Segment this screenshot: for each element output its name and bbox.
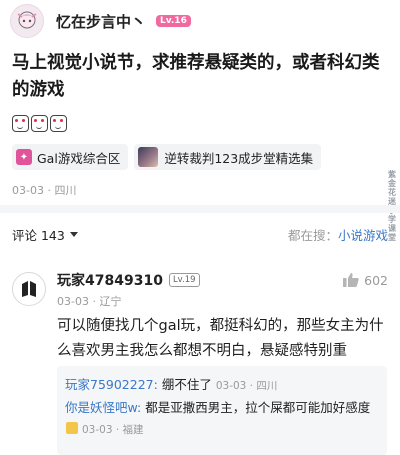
- reply-item: 玩家75902227: 绷不住了 03-03 · 四川: [65, 374, 379, 397]
- section-divider: [0, 205, 400, 213]
- comments-bar: 评论 143 都在搜：小说游戏: [12, 224, 388, 244]
- like-count: 602: [364, 272, 388, 288]
- thumbs-up-icon: [343, 273, 359, 287]
- commenter-row: 玩家47849310 Lv.19: [57, 270, 200, 290]
- author-name[interactable]: 忆在步言中丶: [56, 11, 146, 32]
- reply-username[interactable]: 玩家75902227:: [65, 377, 158, 392]
- like-button[interactable]: 602: [342, 272, 388, 288]
- comment-body: 可以随便找几个gal玩，都挺科幻的，那些女主为什么喜欢男主我怎么都想不明白，悬疑…: [57, 318, 384, 359]
- search-hint-prefix: 都在搜：: [287, 227, 338, 243]
- comment-count-label: 评论 143: [12, 227, 65, 243]
- reply-text: 绷不住了: [157, 377, 212, 392]
- game-cover-thumbnail: [138, 147, 159, 167]
- tag-row: ✦ Gal游戏综合区 逆转裁判123成步堂精选集: [12, 144, 322, 170]
- commenter-avatar[interactable]: [12, 272, 46, 306]
- post-meta: 03-03 · 四川: [12, 184, 77, 197]
- default-user-logo-icon: [22, 281, 36, 297]
- grin-emoji-icon: [66, 422, 78, 434]
- caret-down-icon: [69, 231, 78, 237]
- commenter-name[interactable]: 玩家47849310: [57, 270, 163, 290]
- reply-username[interactable]: 你是妖怪吧w:: [65, 400, 141, 415]
- reply-box[interactable]: 玩家75902227: 绷不住了 03-03 · 四川 你是妖怪吧w: 都是亚撒西…: [57, 366, 387, 455]
- blush-face-emoji-icon: [31, 115, 48, 132]
- game-zone-icon: ✦: [16, 149, 32, 165]
- tag-gal-zone[interactable]: ✦ Gal游戏综合区: [12, 144, 129, 170]
- reply-meta: 03-03 · 四川: [215, 380, 278, 392]
- comment-meta: 03-03 · 辽宁: [57, 295, 122, 308]
- blush-face-emoji-icon: [12, 115, 29, 132]
- reply-meta: 03-03 · 福建: [82, 424, 144, 436]
- anime-avatar-icon: [17, 11, 37, 29]
- reply-text: 都是亚撒西男主，拉个屎都可能加好感度: [141, 400, 371, 415]
- commenter-level-badge: Lv.19: [168, 273, 200, 287]
- comment-sort-dropdown[interactable]: 评论 143: [12, 225, 78, 244]
- author-avatar[interactable]: [10, 4, 44, 38]
- search-hint-keyword[interactable]: 小说游戏: [338, 228, 388, 243]
- author-level-badge: Lv.16: [156, 15, 191, 27]
- search-hint[interactable]: 都在搜：小说游戏: [288, 225, 388, 244]
- reply-item: 你是妖怪吧w: 都是亚撒西男主，拉个屎都可能加好感度 03-03 · 福建: [65, 397, 379, 441]
- emoji-row: [12, 115, 67, 132]
- tag-label: 逆转裁判123成步堂精选集: [164, 150, 314, 166]
- post-title: 马上视觉小说节，求推荐悬疑类的，或者科幻类的游戏: [12, 53, 380, 100]
- tag-label: Gal游戏综合区: [37, 150, 121, 166]
- blush-face-emoji-icon: [50, 115, 67, 132]
- tag-ace-attorney[interactable]: 逆转裁判123成步堂精选集: [134, 144, 322, 170]
- post-author-row[interactable]: 忆在步言中丶 Lv.16: [10, 4, 191, 38]
